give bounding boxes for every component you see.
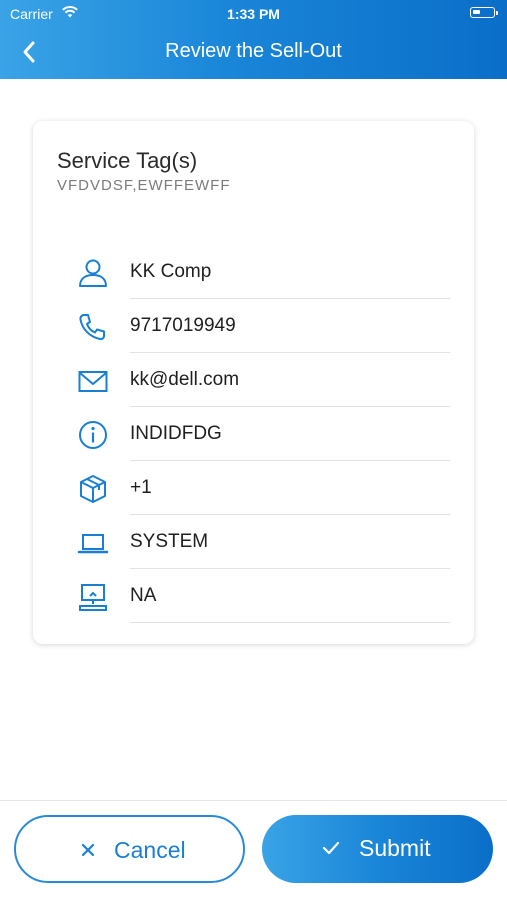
page-title: Review the Sell-Out	[165, 40, 342, 62]
desktop-upload-icon	[79, 584, 107, 611]
detail-row-product-type: SYSTEM	[33, 515, 474, 569]
detail-row-info: INDIDFDG	[33, 407, 474, 461]
service-tags-value: VFDVDSF,EWFFEWFF	[57, 177, 231, 194]
info-code: INDIDFDG	[130, 423, 222, 444]
product-type: SYSTEM	[130, 531, 209, 552]
app-header: Carrier 1:33 PM Review the Sell-Out	[0, 0, 507, 79]
email-address: kk@dell.com	[130, 369, 240, 390]
detail-row-email: kk@dell.com	[33, 353, 474, 407]
phone-number: 9717019949	[130, 315, 236, 336]
laptop-icon	[77, 534, 109, 554]
sell-out-summary-card: Service Tag(s) VFDVDSF,EWFFEWFF KK Comp …	[33, 121, 474, 644]
row-divider	[130, 622, 450, 623]
other-value: NA	[130, 585, 157, 606]
service-tags-heading: Service Tag(s)	[57, 148, 198, 173]
info-icon	[79, 421, 107, 449]
detail-row-other: NA	[33, 569, 474, 623]
detail-row-quantity: +1	[33, 461, 474, 515]
status-time: 1:33 PM	[227, 6, 280, 22]
submit-button[interactable]: Submit	[262, 815, 493, 883]
footer-divider	[0, 800, 507, 801]
user-icon	[79, 259, 107, 287]
company-name: KK Comp	[130, 261, 212, 282]
close-icon	[81, 843, 95, 857]
detail-row-phone: 9717019949	[33, 299, 474, 353]
detail-row-company: KK Comp	[33, 245, 474, 299]
cancel-label: Cancel	[114, 837, 186, 863]
checkmark-icon	[322, 841, 340, 855]
cancel-button[interactable]: Cancel	[14, 815, 245, 883]
package-icon	[80, 475, 106, 503]
battery-icon	[470, 7, 498, 18]
mail-icon	[78, 371, 108, 392]
phone-icon	[79, 314, 105, 341]
submit-label: Submit	[359, 835, 431, 861]
status-bar: Carrier 1:33 PM	[0, 0, 507, 28]
quantity-value: +1	[130, 477, 152, 498]
